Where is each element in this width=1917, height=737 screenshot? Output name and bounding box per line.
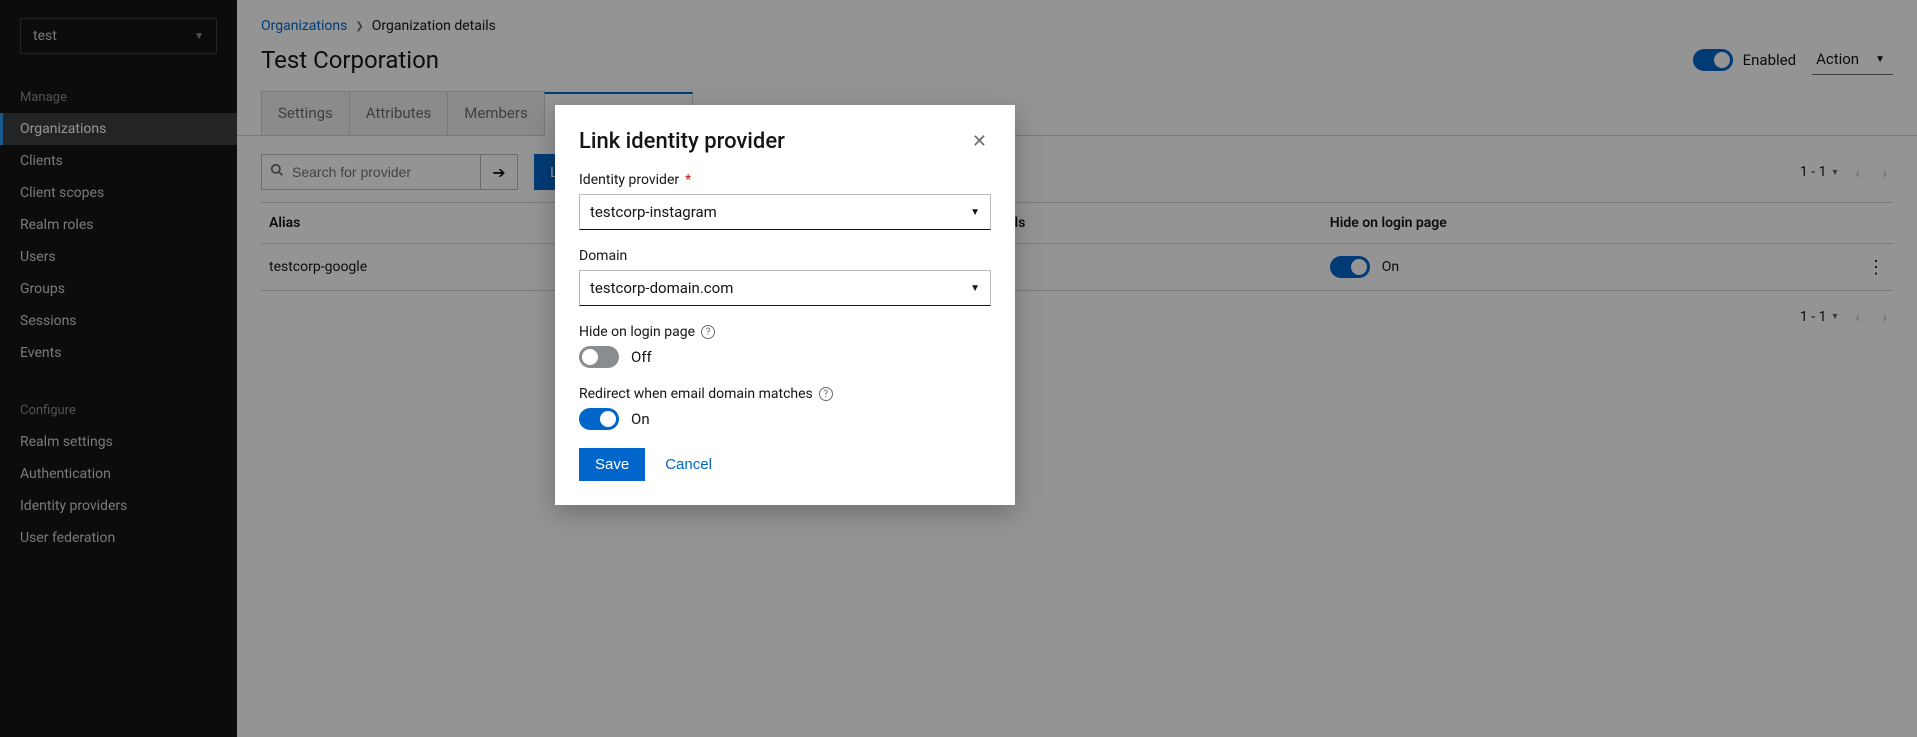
redirect-toggle-state: On <box>631 410 650 428</box>
idp-select[interactable]: testcorp-instagram ▼ <box>579 194 991 230</box>
hide-field-label: Hide on login page <box>579 324 695 340</box>
cancel-button[interactable]: Cancel <box>665 456 712 473</box>
modal-title: Link identity provider <box>579 129 785 154</box>
redirect-field-label: Redirect when email domain matches <box>579 386 813 402</box>
domain-field-label: Domain <box>579 248 627 264</box>
hide-toggle[interactable] <box>579 346 619 368</box>
idp-field-label: Identity provider <box>579 172 679 188</box>
domain-select[interactable]: testcorp-domain.com ▼ <box>579 270 991 306</box>
caret-down-icon: ▼ <box>970 207 980 218</box>
help-icon[interactable]: ? <box>819 387 833 401</box>
idp-select-value: testcorp-instagram <box>590 203 717 221</box>
domain-select-value: testcorp-domain.com <box>590 279 733 297</box>
required-indicator: * <box>685 172 691 188</box>
link-idp-modal: Link identity provider ✕ Identity provid… <box>555 105 1015 505</box>
redirect-toggle[interactable] <box>579 408 619 430</box>
help-icon[interactable]: ? <box>701 325 715 339</box>
close-icon[interactable]: ✕ <box>968 129 991 154</box>
caret-down-icon: ▼ <box>970 283 980 294</box>
hide-toggle-state: Off <box>631 348 652 366</box>
save-button[interactable]: Save <box>579 448 645 481</box>
